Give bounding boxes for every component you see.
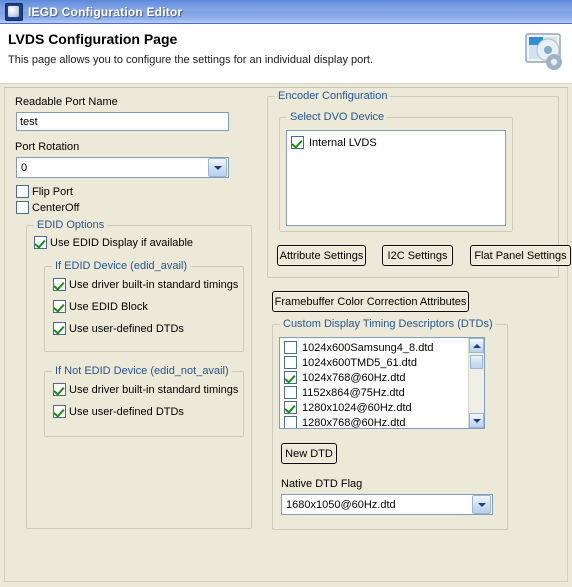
edid-not-avail-group: If Not EDID Device (edid_not_avail) Use … (44, 365, 244, 437)
edid-options-group: EDID Options Use EDID Display if availab… (26, 219, 252, 529)
i2c-settings-button[interactable]: I2C Settings (382, 245, 453, 266)
right-column: Encoder Configuration Select DVO Device … (263, 88, 571, 581)
edid-avail-item-0-label: Use driver built-in standard timings (69, 278, 239, 291)
checkbox-box (53, 278, 66, 291)
edid-avail-item-0[interactable]: Use driver built-in standard timings (53, 278, 238, 291)
edid-options-title: EDID Options (34, 219, 108, 231)
checkbox-box (53, 405, 66, 418)
dtd-item-5-label: 1280x768@60Hz.dtd (302, 416, 406, 429)
center-off-checkbox[interactable]: CenterOff (16, 201, 80, 214)
edid-avail-group: If EDID Device (edid_avail) Use driver b… (44, 260, 244, 352)
checkbox-box (34, 236, 47, 249)
edid-not-avail-item-0-label: Use driver built-in standard timings (69, 383, 239, 396)
chevron-down-icon[interactable] (472, 495, 491, 514)
list-item[interactable]: 1024x600TMD5_61.dtd (280, 355, 484, 370)
new-dtd-button[interactable]: New DTD (281, 443, 337, 464)
edid-not-avail-item-0[interactable]: Use driver built-in standard timings (53, 383, 238, 396)
flip-port-label: Flip Port (32, 185, 73, 198)
checkbox-box (284, 401, 297, 414)
list-item[interactable]: 1024x600Samsung4_8.dtd (280, 340, 484, 355)
port-rotation-select[interactable]: 0 (16, 157, 229, 178)
native-dtd-flag-value: 1680x1050@60Hz.dtd (286, 498, 396, 511)
page-subtitle: This page allows you to configure the se… (8, 54, 374, 66)
use-edid-display-label: Use EDID Display if available (50, 236, 194, 249)
checkbox-box (53, 322, 66, 335)
scroll-down-button[interactable] (469, 413, 484, 428)
list-item[interactable]: 1280x768@60Hz.dtd (280, 415, 484, 429)
custom-dtds-title: Custom Display Timing Descriptors (DTDs) (280, 318, 496, 330)
left-column: Readable Port Name test Port Rotation 0 … (5, 88, 263, 581)
dtd-listbox[interactable]: 1024x600Samsung4_8.dtd 1024x600TMD5_61.d… (279, 337, 485, 429)
window-title: IEGD Configuration Editor (28, 4, 183, 19)
checkbox-box (284, 371, 297, 384)
encoder-configuration-group: Encoder Configuration Select DVO Device … (267, 90, 571, 278)
attribute-settings-button[interactable]: Attribute Settings (277, 245, 366, 266)
select-dvo-device-group: Select DVO Device Internal LVDS (279, 111, 513, 232)
edid-avail-item-1[interactable]: Use EDID Block (53, 300, 148, 313)
edid-avail-item-2[interactable]: Use user-defined DTDs (53, 322, 184, 335)
framebuffer-color-correction-button[interactable]: Framebuffer Color Correction Attributes (272, 291, 469, 312)
edid-avail-item-1-label: Use EDID Block (69, 300, 148, 313)
readable-port-name-input[interactable]: test (16, 112, 229, 131)
edid-not-avail-item-1[interactable]: Use user-defined DTDs (53, 405, 184, 418)
edid-not-avail-title: If Not EDID Device (edid_not_avail) (52, 365, 232, 377)
native-dtd-flag-label: Native DTD Flag (281, 478, 363, 490)
page-title: LVDS Configuration Page (8, 31, 178, 47)
dvo-device-item-0-label: Internal LVDS (309, 136, 377, 149)
use-edid-display-checkbox[interactable]: Use EDID Display if available (34, 236, 193, 249)
checkbox-box (284, 356, 297, 369)
content-panel: Readable Port Name test Port Rotation 0 … (4, 87, 571, 582)
checkbox-box (16, 185, 29, 198)
page-header: LVDS Configuration Page This page allows… (0, 24, 572, 84)
center-off-label: CenterOff (32, 201, 80, 214)
monitor-settings-icon (524, 32, 568, 74)
dtd-listbox-scrollbar[interactable] (468, 338, 484, 428)
edid-avail-title: If EDID Device (edid_avail) (52, 260, 191, 272)
checkbox-box (284, 416, 297, 428)
edid-avail-item-2-label: Use user-defined DTDs (69, 322, 184, 335)
dvo-device-listbox[interactable]: Internal LVDS (286, 130, 506, 226)
dtd-item-4-label: 1280x1024@60Hz.dtd (302, 401, 412, 414)
native-dtd-flag-select[interactable]: 1680x1050@60Hz.dtd (281, 494, 493, 515)
dtd-item-0-label: 1024x600Samsung4_8.dtd (302, 341, 434, 354)
select-dvo-device-title: Select DVO Device (287, 111, 388, 123)
dtd-item-1-label: 1024x600TMD5_61.dtd (302, 356, 417, 369)
encoder-configuration-title: Encoder Configuration (275, 90, 391, 102)
checkbox-box (284, 386, 297, 399)
dtd-item-3-label: 1152x864@75Hz.dtd (302, 386, 405, 399)
flip-port-checkbox[interactable]: Flip Port (16, 185, 73, 198)
page-content: Readable Port Name test Port Rotation 0 … (0, 84, 572, 586)
scroll-up-button[interactable] (469, 338, 484, 353)
app-icon (5, 2, 23, 21)
list-item[interactable]: 1280x1024@60Hz.dtd (280, 400, 484, 415)
list-item[interactable]: 1024x768@60Hz.dtd (280, 370, 484, 385)
readable-port-name-label: Readable Port Name (15, 96, 118, 108)
custom-dtds-group: Custom Display Timing Descriptors (DTDs)… (272, 318, 508, 530)
chevron-down-icon[interactable] (208, 158, 227, 177)
checkbox-box (53, 383, 66, 396)
list-item[interactable]: Internal LVDS (287, 135, 505, 150)
scroll-thumb[interactable] (470, 355, 483, 369)
checkbox-box (291, 136, 304, 149)
checkbox-box (16, 201, 29, 214)
list-item[interactable]: 1152x864@75Hz.dtd (280, 385, 484, 400)
checkbox-box (284, 341, 297, 354)
port-rotation-value: 0 (21, 161, 28, 174)
dtd-item-2-label: 1024x768@60Hz.dtd (302, 371, 406, 384)
port-rotation-label: Port Rotation (15, 141, 80, 153)
window-titlebar: IEGD Configuration Editor (0, 0, 572, 24)
flat-panel-settings-button[interactable]: Flat Panel Settings (470, 245, 571, 266)
edid-not-avail-item-1-label: Use user-defined DTDs (69, 405, 184, 418)
checkbox-box (53, 300, 66, 313)
